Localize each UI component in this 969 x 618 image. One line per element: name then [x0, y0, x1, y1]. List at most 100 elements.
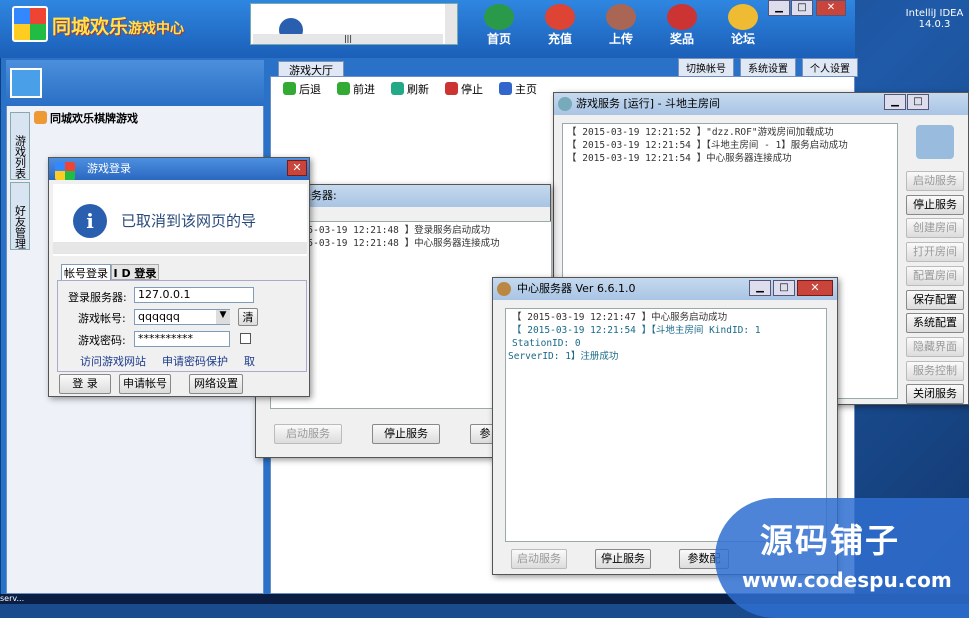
close-main-button[interactable]: ✕ [816, 0, 846, 16]
game-service-button-7[interactable]: 隐藏界面 [906, 336, 964, 357]
address-scrollbar[interactable]: ||| [253, 34, 443, 44]
browser-toolbar: 后退 前进 刷新 停止 主页 [271, 78, 571, 100]
refresh-label: 刷新 [407, 83, 429, 96]
tab-game-list[interactable]: 游戏列表 [10, 112, 30, 180]
personal-settings-tab[interactable]: 个人设置 [802, 58, 858, 77]
password-label: 游戏密码: [78, 334, 126, 347]
logo-cube-icon [12, 6, 48, 42]
server-field[interactable]: 127.0.0.1 [134, 287, 254, 303]
visit-website-link[interactable]: 访问游戏网站 [80, 353, 146, 369]
close-login-button[interactable]: ✕ [287, 160, 307, 176]
stop-label: 停止 [461, 83, 483, 96]
address-vscroll[interactable] [445, 4, 457, 44]
nav-button-3[interactable]: 奖品 [653, 4, 711, 48]
game-service-button-0[interactable]: 启动服务 [906, 171, 964, 191]
avatar[interactable] [10, 68, 42, 98]
nav-label: 奖品 [669, 32, 694, 46]
money-bag-icon [545, 4, 575, 30]
desktop-icon-version: 14.0.3 [918, 19, 951, 30]
pencil-icon [728, 4, 758, 30]
game-service-button-2[interactable]: 创建房间 [906, 218, 964, 239]
refresh-icon [391, 82, 404, 95]
start-service-button[interactable]: 启动服务 [274, 424, 342, 444]
tab-account-login[interactable]: 帐号登录 [61, 264, 111, 280]
watermark-title: 源码铺子 [760, 521, 900, 560]
tab-game-hall[interactable]: 游戏大厅 [278, 61, 344, 77]
nav-label: 充值 [547, 32, 572, 46]
account-tabs: 切换帐号 系统设置 个人设置 [672, 58, 858, 77]
game-service-title: 游戏服务 [运行] - 斗地主房间 [576, 97, 721, 110]
page-error-message: 已取消到该网页的导 [121, 212, 257, 230]
login-form: 登录服务器: 127.0.0.1 游戏帐号: qqqqqq ▼ 清 游戏密码: … [57, 280, 307, 372]
cube-icon [55, 162, 75, 180]
tab-friends[interactable]: 好友管理 [10, 182, 30, 250]
game-service-button-3[interactable]: 打开房间 [906, 242, 964, 263]
refresh-button[interactable]: 刷新 [391, 81, 429, 97]
nav-button-0[interactable]: 首页 [470, 4, 528, 48]
login-titlebar[interactable]: 游戏登录 [49, 158, 309, 180]
computer-icon [916, 125, 954, 159]
info-icon: i [73, 204, 107, 238]
remember-checkbox[interactable] [240, 333, 251, 344]
login-button[interactable]: 登 录 [59, 374, 111, 394]
forward-button[interactable]: 前进 [337, 81, 375, 97]
minimize-main-button[interactable]: ▁ [768, 0, 790, 16]
password-field[interactable]: ********** [134, 331, 230, 347]
register-button[interactable]: 申请帐号 [119, 374, 171, 394]
app-icon [558, 97, 572, 111]
network-settings-button[interactable]: 网络设置 [189, 374, 243, 394]
stop-button[interactable]: 停止 [445, 81, 483, 97]
back-button[interactable]: 后退 [283, 81, 321, 97]
center-server-minimize[interactable]: ▁ [749, 280, 771, 296]
chevron-down-icon[interactable]: ▼ [216, 310, 230, 324]
stop-service-button[interactable]: 停止服务 [372, 424, 440, 444]
tab-friends-label: 好友管理 [13, 205, 27, 249]
logo-subtitle: 游戏中心 [128, 21, 185, 37]
game-service-button-4[interactable]: 配置房间 [906, 265, 964, 286]
nav-label: 首页 [486, 32, 511, 46]
game-service-button-6[interactable]: 系统配置 [906, 313, 964, 334]
system-settings-tab[interactable]: 系统设置 [740, 58, 796, 77]
password-protect-link[interactable]: 申请密码保护 [162, 353, 228, 369]
game-service-button-5[interactable]: 保存配置 [906, 289, 964, 310]
game-service-button-1[interactable]: 停止服务 [906, 194, 964, 215]
game-tree-root[interactable]: 同城欢乐棋牌游戏 [34, 110, 138, 126]
photo-icon [606, 4, 636, 30]
tab-id-login[interactable]: I D 登录 [111, 264, 159, 280]
log-line: 【 2015-03-19 12:21:54 】【斗地主房间 KindID: 1 … [512, 325, 761, 349]
log-line: 【 2015-03-19 12:21:54 】【斗地主房间 - 1】服务启动成功 [567, 140, 848, 151]
left-panel-header [6, 60, 264, 106]
log-line: ServerID: 1】注册成功 [508, 351, 619, 362]
center-server-maximize[interactable]: □ [773, 280, 795, 296]
game-service-maximize[interactable]: □ [907, 94, 929, 110]
cube-icon [34, 111, 47, 124]
maximize-main-button[interactable]: □ [791, 0, 813, 16]
tree-root-label: 同城欢乐棋牌游戏 [50, 112, 138, 125]
login-web-scrollbar[interactable] [53, 242, 307, 254]
switch-account-tab[interactable]: 切换帐号 [678, 58, 734, 77]
retrieve-link[interactable]: 取 [244, 353, 255, 369]
back-label: 后退 [299, 83, 321, 96]
nav-label: 上传 [608, 32, 633, 46]
center-server-close[interactable]: ✕ [797, 280, 833, 296]
desktop-icon-intellij[interactable]: IntelliJ IDEA 14.0.3 [900, 8, 969, 30]
nav-button-2[interactable]: 上传 [592, 4, 650, 48]
address-bar[interactable]: ||| [250, 3, 458, 45]
stop-icon [445, 82, 458, 95]
nav-label: 论坛 [730, 32, 755, 46]
taskbar-item[interactable]: serv... [0, 594, 24, 603]
nav-button-4[interactable]: 论坛 [714, 4, 772, 48]
game-service-minimize[interactable]: ▁ [884, 94, 906, 110]
nav-button-1[interactable]: 充值 [531, 4, 589, 48]
tab-game-list-label: 游戏列表 [13, 135, 27, 179]
stop-service-button[interactable]: 停止服务 [595, 549, 651, 569]
clear-account-button[interactable]: 清 [238, 308, 258, 326]
log-line: 【 2015-03-19 12:21:48 】登录服务启动成功 [275, 225, 491, 236]
account-label: 游戏帐号: [78, 312, 126, 325]
game-service-button-9[interactable]: 关闭服务 [906, 384, 964, 405]
game-service-button-8[interactable]: 服务控制 [906, 360, 964, 381]
logo-title: 同城欢乐 [52, 16, 129, 38]
gift-icon [667, 4, 697, 30]
home-button[interactable]: 主页 [499, 81, 537, 97]
start-service-button[interactable]: 启动服务 [511, 549, 567, 569]
